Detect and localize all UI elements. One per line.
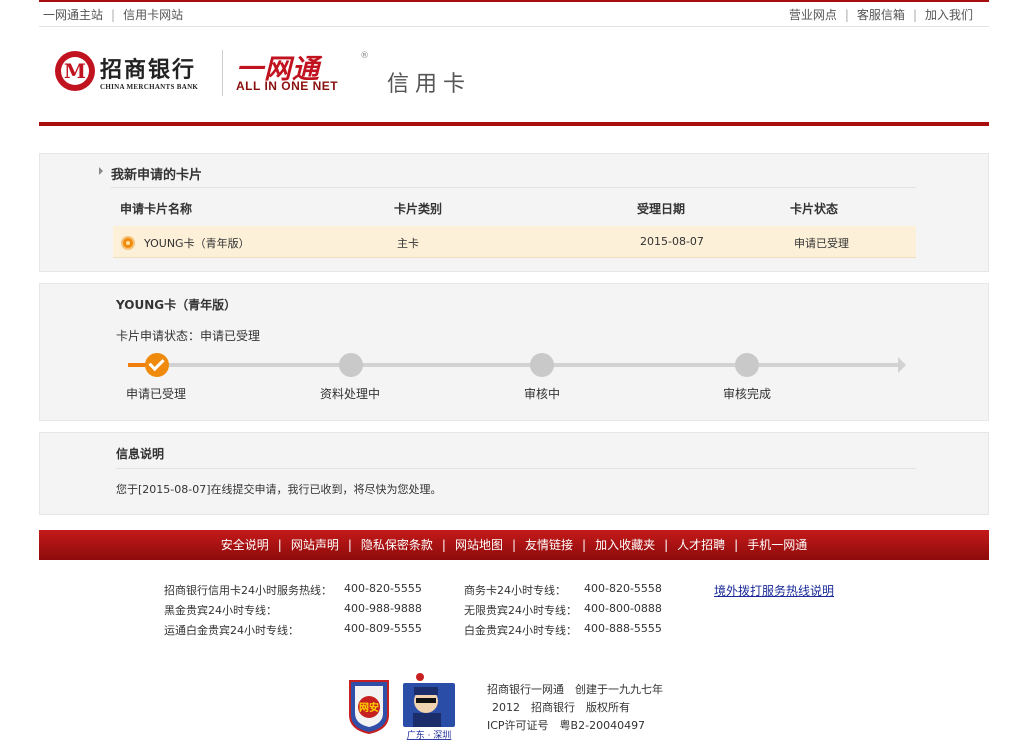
hotline-number: 400-888-5555: [584, 622, 662, 635]
copyright-line: 2012 招商银行 版权所有: [492, 701, 630, 714]
info-panel: 信息说明 您于[2015-08-07]在线提交申请，我行已收到，将尽快为您处理。: [39, 432, 989, 515]
info-text: 您于[2015-08-07]在线提交申请，我行已收到，将尽快为您处理。: [116, 483, 442, 496]
top-bar: 一网通主站 | 信用卡网站 营业网点 | 客服信箱 | 加入我们: [39, 0, 989, 27]
footer-link-statement[interactable]: 网站声明: [291, 538, 339, 552]
cmb-logo-icon: M: [55, 51, 95, 91]
link-credit-card-site[interactable]: 信用卡网站: [123, 8, 183, 22]
overseas-hotline-link[interactable]: 境外拨打服务热线说明: [714, 582, 834, 599]
hotline-label: 黑金贵宾24小时专线：: [164, 604, 277, 617]
footer-link-friends[interactable]: 友情链接: [525, 538, 573, 552]
separator: |: [277, 538, 282, 552]
badge-text: 网安: [359, 701, 379, 714]
footer-link-bookmark[interactable]: 加入收藏夹: [595, 538, 655, 552]
divider: [116, 468, 916, 469]
separator: |: [347, 538, 352, 552]
hotline-number: 400-800-0888: [584, 602, 662, 615]
separator: |: [441, 538, 446, 552]
registered-mark: ®: [360, 51, 369, 61]
table-row[interactable]: YOUNG卡（青年版） 主卡 2015-08-07 申请已受理: [113, 226, 916, 258]
radio-selected-icon[interactable]: [121, 236, 135, 250]
hotline-number: 400-988-9888: [344, 602, 422, 615]
step-pending-icon: [530, 353, 554, 377]
all-in-one-net-en: ALL IN ONE NET: [236, 79, 339, 93]
arrow-right-icon: [99, 167, 103, 175]
cmb-logo-letter: M: [61, 57, 89, 85]
progress-panel: YOUNG卡（青年版） 卡片申请状态：申请已受理 申请已受理 资料处理中 审核中…: [39, 283, 989, 421]
col-header-status: 卡片状态: [790, 202, 839, 216]
new-cards-title-text: 我新申请的卡片: [111, 168, 203, 183]
cell-card-type: 主卡: [397, 237, 419, 250]
link-join-us[interactable]: 加入我们: [925, 8, 973, 22]
status-value: 申请已受理: [200, 329, 261, 343]
separator: |: [511, 538, 517, 552]
arrow-right-icon: [898, 357, 906, 373]
application-status: 卡片申请状态：申请已受理: [116, 327, 260, 344]
top-bar-left: 一网通主站 | 信用卡网站: [43, 6, 183, 23]
step-pending-icon: [735, 353, 759, 377]
separator: |: [664, 538, 669, 552]
footer-link-sitemap[interactable]: 网站地图: [455, 538, 503, 552]
step-pending-icon: [339, 353, 363, 377]
logo-header: M 招商银行 CHINA MERCHANTS BANK 一网通 ALL IN O…: [39, 28, 989, 123]
col-header-card-type: 卡片类别: [394, 202, 443, 216]
step-label: 资料处理中: [320, 387, 381, 401]
separator: |: [111, 8, 116, 22]
hotline-number: 400-820-5558: [584, 582, 662, 595]
top-bar-right: 营业网点 | 客服信箱 | 加入我们: [789, 6, 973, 23]
footer-link-careers[interactable]: 人才招聘: [677, 538, 725, 552]
cell-card-name: YOUNG卡（青年版）: [144, 237, 250, 250]
progress-card-title: YOUNG卡（青年版）: [116, 298, 237, 312]
col-header-card-name: 申请卡片名称: [120, 202, 193, 216]
link-service-mailbox[interactable]: 客服信箱: [857, 8, 905, 22]
icp-license: ICP许可证号 粤B2-20040497: [487, 719, 646, 732]
separator: |: [844, 8, 849, 22]
footer-link-mobile[interactable]: 手机一网通: [747, 538, 807, 552]
header-red-line: [39, 122, 989, 126]
col-header-date: 受理日期: [637, 202, 686, 216]
footer-link-privacy[interactable]: 隐私保密条款: [361, 538, 433, 552]
footer-link-security[interactable]: 安全说明: [221, 538, 269, 552]
hotline-label: 无限贵宾24小时专线：: [464, 604, 577, 617]
hotline-number: 400-820-5555: [344, 582, 422, 595]
step-label: 审核中: [524, 387, 561, 401]
hotline-label: 白金贵宾24小时专线：: [464, 624, 577, 637]
hotline-number: 400-809-5555: [344, 622, 422, 635]
cyber-police-badge-icon[interactable]: 网安: [348, 679, 390, 734]
copyright-line: 招商银行一网通 创建于一九九七年: [487, 683, 663, 696]
separator: |: [912, 8, 917, 22]
new-cards-panel: 我新申请的卡片 申请卡片名称 卡片类别 受理日期 卡片状态 YOUNG卡（青年版…: [39, 153, 989, 272]
new-cards-title: 我新申请的卡片: [99, 164, 203, 183]
separator: |: [582, 538, 587, 552]
hotline-label: 招商银行信用卡24小时服务热线：: [164, 584, 332, 597]
step-label: 申请已受理: [126, 387, 187, 401]
logo-divider: [222, 50, 223, 96]
cell-status: 申请已受理: [794, 237, 849, 250]
bank-name: 招商银行: [100, 57, 197, 83]
footer-nav: 安全说明 | 网站声明 | 隐私保密条款 | 网站地图 | 友情链接 | 加入收藏夹 | 人才招聘 | 手机…: [39, 530, 989, 560]
link-main-site[interactable]: 一网通主站: [43, 8, 103, 22]
info-title: 信息说明: [116, 447, 165, 461]
bank-name-en: CHINA MERCHANTS BANK: [100, 83, 199, 91]
hotline-label: 运通白金贵宾24小时专线：: [164, 624, 299, 637]
cell-date: 2015-08-07: [640, 235, 704, 248]
step-label: 审核完成: [723, 387, 772, 401]
progress-track: [128, 363, 898, 367]
badge-caption: 广东 · 深圳: [407, 729, 452, 741]
link-branches[interactable]: 营业网点: [789, 8, 837, 22]
divider: [111, 187, 916, 188]
section-title: 信用卡: [387, 72, 472, 97]
separator: |: [734, 538, 739, 552]
hotline-label: 商务卡24小时专线：: [464, 584, 566, 597]
police-officer-badge-icon[interactable]: 广东 · 深圳: [399, 671, 459, 741]
status-label: 卡片申请状态：: [116, 329, 201, 343]
step-done-check-icon: [145, 353, 169, 377]
